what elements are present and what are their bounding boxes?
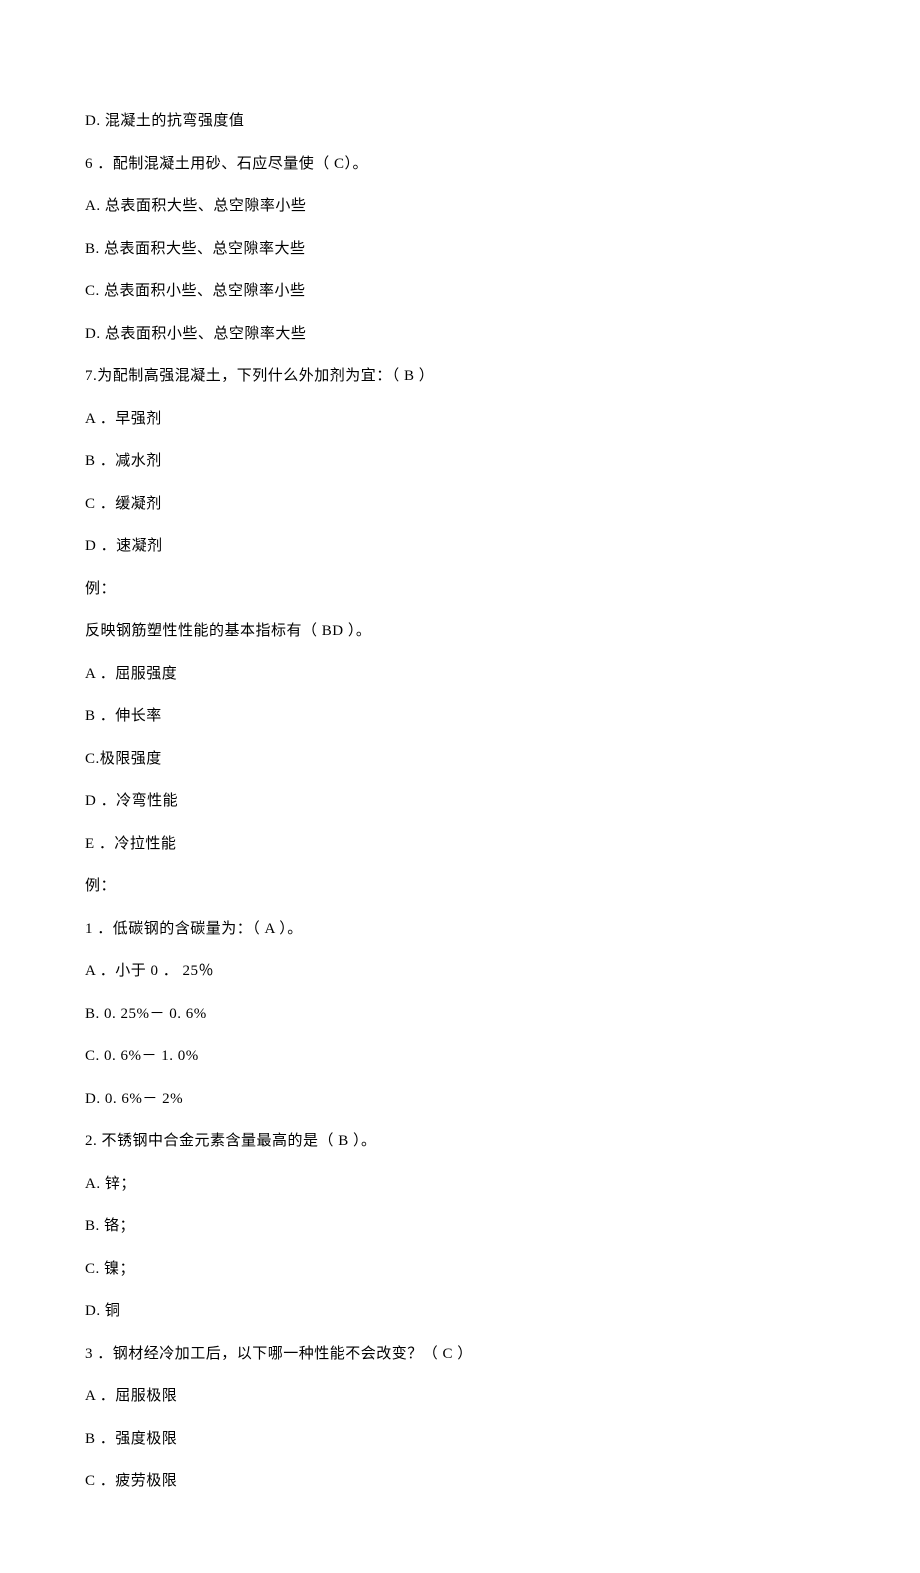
text-line: B ．强度极限	[85, 1428, 835, 1451]
document-content: D. 混凝土的抗弯强度值 6 ．配制混凝土用砂、石应尽量使（ C）。 A. 总表面积…	[85, 110, 835, 1493]
text-line: A. 锌；	[85, 1173, 835, 1196]
text-line: D. 混凝土的抗弯强度值	[85, 110, 835, 133]
text-line: B ．减水剂	[85, 450, 835, 473]
text-line: A ．早强剂	[85, 408, 835, 431]
text-line: A ．屈服极限	[85, 1385, 835, 1408]
text-line: C.极限强度	[85, 748, 835, 771]
text-line: C ．缓凝剂	[85, 493, 835, 516]
text-line: 例：	[85, 875, 835, 898]
text-line: B ．伸长率	[85, 705, 835, 728]
text-line: D ．冷弯性能	[85, 790, 835, 813]
text-line: B. 铬；	[85, 1215, 835, 1238]
text-line: 7.为配制高强混凝土，下列什么外加剂为宜：（ B ）	[85, 365, 835, 388]
text-line: D. 0. 6%－ 2%	[85, 1088, 835, 1111]
text-line: A ．屈服强度	[85, 663, 835, 686]
text-line: 2. 不锈钢中合金元素含量最高的是（ B ）。	[85, 1130, 835, 1153]
text-line: 例：	[85, 578, 835, 601]
text-line: B. 0. 25%－ 0. 6%	[85, 1003, 835, 1026]
text-line: C. 镍；	[85, 1258, 835, 1281]
text-line: A ．小于 0 ． 25％	[85, 960, 835, 983]
text-line: 6 ．配制混凝土用砂、石应尽量使（ C）。	[85, 153, 835, 176]
text-line: A. 总表面积大些、总空隙率小些	[85, 195, 835, 218]
text-line: D. 铜	[85, 1300, 835, 1323]
text-line: D. 总表面积小些、总空隙率大些	[85, 323, 835, 346]
text-line: D ．速凝剂	[85, 535, 835, 558]
text-line: C. 总表面积小些、总空隙率小些	[85, 280, 835, 303]
text-line: B. 总表面积大些、总空隙率大些	[85, 238, 835, 261]
text-line: 1 ．低碳钢的含碳量为：（ A ）。	[85, 918, 835, 941]
text-line: 反映钢筋塑性性能的基本指标有（ BD ）。	[85, 620, 835, 643]
text-line: C. 0. 6%－ 1. 0%	[85, 1045, 835, 1068]
text-line: C ．疲劳极限	[85, 1470, 835, 1493]
text-line: 3 ．钢材经冷加工后，以下哪一种性能不会改变？（ C ）	[85, 1343, 835, 1366]
text-line: E ．冷拉性能	[85, 833, 835, 856]
